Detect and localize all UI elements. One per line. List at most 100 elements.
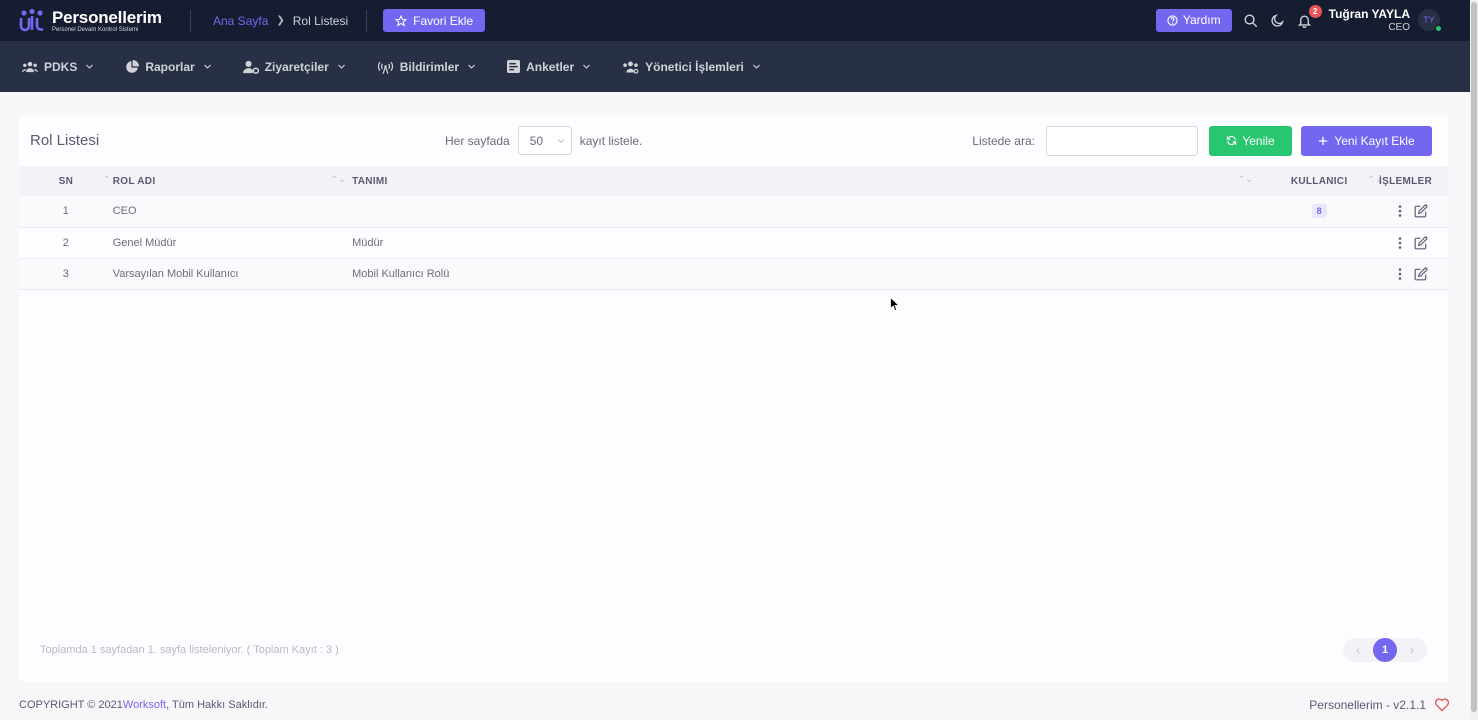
chevron-down-icon — [752, 64, 760, 69]
edit-icon[interactable] — [1414, 236, 1428, 250]
table-row[interactable]: 1 CEO 8 — [19, 196, 1448, 227]
search-input[interactable] — [1046, 125, 1198, 156]
copyright-prefix: COPYRIGHT © 2021 — [19, 698, 123, 711]
cell-sn: 1 — [62, 205, 69, 218]
nav-label: Yönetici İşlemleri — [645, 59, 744, 74]
nav-item-anketler[interactable]: Anketler — [507, 60, 591, 74]
refresh-label: Yenile — [1242, 133, 1275, 148]
refresh-button[interactable]: Yenile — [1209, 125, 1292, 156]
search-icon[interactable] — [1243, 12, 1259, 28]
user-role: CEO — [1388, 21, 1410, 33]
nav-label: Bildirimler — [399, 59, 460, 74]
nav-item-pdks[interactable]: PDKS — [22, 60, 94, 74]
online-status-dot — [1435, 25, 1442, 33]
breadcrumb-home-link[interactable]: Ana Sayfa — [213, 14, 268, 28]
user-menu[interactable]: Tuğran YAYLA CEO — [1328, 6, 1410, 33]
cell-actions — [1379, 196, 1448, 227]
column-header-islemler: İŞLEMLER — [1379, 166, 1448, 196]
column-header-label: TANIMI — [352, 175, 388, 187]
pagination-info: Toplamda 1 sayfadan 1. sayfa listeleniyo… — [40, 644, 339, 656]
more-vertical-icon[interactable] — [1398, 236, 1402, 249]
chevron-down-icon — [468, 64, 476, 69]
nav-item-yonetici-islemleri[interactable]: Yönetici İşlemleri — [622, 60, 761, 74]
card-header: Rol Listesi Her sayfada 50 kayıt listele… — [19, 115, 1448, 166]
chevron-down-icon — [583, 64, 591, 69]
avatar[interactable]: TY — [1418, 9, 1442, 33]
cell-actions — [1379, 227, 1448, 258]
brand-logo-link[interactable]: Personellerim Personel Devam Kontrol Sis… — [18, 7, 178, 35]
nav-label: PDKS — [44, 59, 78, 74]
nav-label: Raporlar — [145, 59, 195, 74]
chevron-down-icon — [557, 138, 564, 143]
cell-kullanici — [1259, 227, 1379, 258]
column-header-tanimi[interactable]: TANIMI ⌃⌄ — [352, 166, 1259, 196]
help-button[interactable]: Yardım — [1155, 8, 1232, 32]
chevron-down-icon — [337, 64, 345, 69]
column-header-label: İŞLEMLER — [1379, 175, 1432, 187]
brand-name: Personellerim — [52, 7, 162, 27]
per-page-prefix: Her sayfada — [445, 133, 510, 148]
column-header-rol-adi[interactable]: ROL ADI ⌃⌄ — [113, 166, 352, 196]
card-footer: Toplamda 1 sayfadan 1. sayfa listeleniyo… — [19, 638, 1448, 662]
user-name: Tuğran YAYLA — [1328, 6, 1410, 21]
users-icon — [22, 61, 38, 72]
page-number-button[interactable]: 1 — [1373, 638, 1397, 662]
divider — [190, 9, 191, 32]
search-label: Listede ara: — [972, 133, 1035, 148]
help-circle-icon — [1167, 15, 1178, 26]
star-icon — [395, 14, 408, 27]
chevron-down-icon — [203, 64, 211, 69]
breadcrumb: Ana Sayfa ❯ Rol Listesi — [213, 14, 348, 28]
cell-kullanici — [1259, 258, 1379, 289]
prev-page-button[interactable]: ‹ — [1347, 639, 1369, 661]
column-header-sn[interactable]: SN ⌃ — [19, 166, 113, 196]
more-vertical-icon[interactable] — [1398, 267, 1402, 280]
table-row[interactable]: 3 Varsayılan Mobil Kullanıcı Mobil Kulla… — [19, 258, 1448, 289]
poll-icon — [507, 60, 521, 73]
next-page-button[interactable]: › — [1401, 639, 1423, 661]
cell-tanimi — [352, 196, 1259, 227]
users-cog-icon — [623, 61, 639, 74]
column-header-label: ROL ADI — [112, 175, 156, 187]
version-text: Personellerim - v2.1.1 — [1309, 697, 1426, 712]
bell-icon[interactable]: 2 — [1297, 5, 1322, 28]
cell-tanimi: Müdür — [352, 236, 384, 249]
column-header-kullanici[interactable]: KULLANICI ⌃⌄ — [1259, 166, 1383, 196]
help-label: Yardım — [1182, 13, 1221, 28]
add-favorite-button[interactable]: Favori Ekle — [383, 9, 486, 32]
role-table: SN ⌃ ROL ADI ⌃⌄ TANIMI ⌃⌄ KULLANICI ⌃⌄ İŞLEM… — [19, 166, 1448, 290]
scrollbar-thumb[interactable] — [1471, 2, 1477, 712]
brand-subtitle: Personel Devam Kontrol Sistemi — [52, 26, 139, 33]
nav-item-raporlar[interactable]: Raporlar — [125, 59, 211, 74]
per-page-control: Her sayfada 50 kayıt listele. — [445, 126, 642, 155]
column-header-label: KULLANICI — [1290, 175, 1348, 187]
moon-icon[interactable] — [1270, 12, 1286, 28]
company-link[interactable]: Worksoft — [123, 699, 166, 711]
nav-item-ziyaretciler[interactable]: Ziyaretçiler — [242, 59, 346, 74]
pie-chart-icon — [126, 59, 140, 73]
nav-label: Ziyaretçiler — [264, 59, 329, 74]
cell-sn: 3 — [62, 267, 69, 280]
chevron-right-icon: ❯ — [276, 15, 285, 26]
role-list-card: Rol Listesi Her sayfada 50 kayıt listele… — [19, 115, 1448, 682]
sort-icon: ⌃⌄ — [1237, 174, 1254, 184]
edit-icon[interactable] — [1414, 267, 1428, 281]
table-row[interactable]: 2 Genel Müdür Müdür — [19, 227, 1448, 258]
user-count-badge[interactable]: 8 — [1311, 204, 1327, 219]
mouse-cursor-icon — [890, 297, 900, 312]
per-page-value: 50 — [529, 133, 544, 148]
user-cog-icon — [242, 60, 259, 74]
edit-icon[interactable] — [1414, 204, 1428, 218]
pagination: ‹ 1 › — [1343, 638, 1427, 662]
broadcast-icon — [377, 61, 393, 74]
sort-icon: ⌃⌄ — [330, 174, 347, 184]
page-footer: COPYRIGHT © 2021 Worksoft , Tüm Hakkı Sa… — [19, 697, 1450, 712]
per-page-select[interactable]: 50 — [517, 126, 572, 155]
nav-item-bildirimler[interactable]: Bildirimler — [377, 60, 476, 74]
copyright-suffix: , Tüm Hakkı Saklıdır. — [166, 698, 268, 711]
breadcrumb-current: Rol Listesi — [292, 13, 349, 28]
column-header-label: SN — [58, 175, 74, 187]
nav-label: Anketler — [526, 59, 575, 74]
add-new-record-button[interactable]: Yeni Kayıt Ekle — [1301, 125, 1432, 156]
more-vertical-icon[interactable] — [1398, 205, 1402, 218]
